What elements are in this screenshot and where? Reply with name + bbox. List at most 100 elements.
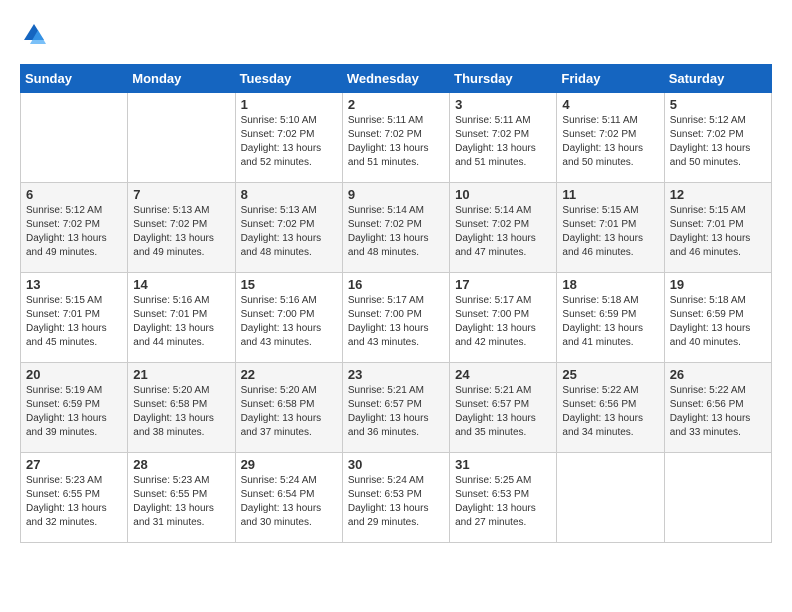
day-cell: 1 Sunrise: 5:10 AM Sunset: 7:02 PM Daylig… xyxy=(235,93,342,183)
day-info: Sunrise: 5:24 AM Sunset: 6:53 PM Dayligh… xyxy=(348,474,444,530)
day-cell: 19 Sunrise: 5:18 AM Sunset: 6:59 PM Dayli… xyxy=(664,273,771,363)
day-cell: 16 Sunrise: 5:17 AM Sunset: 7:00 PM Dayli… xyxy=(342,273,449,363)
day-info: Sunrise: 5:16 AM Sunset: 7:01 PM Dayligh… xyxy=(133,294,229,350)
day-number: 26 xyxy=(670,367,766,382)
day-number: 31 xyxy=(455,457,551,472)
week-row-5: 27 Sunrise: 5:23 AM Sunset: 6:55 PM Dayli… xyxy=(21,453,772,543)
day-cell: 9Sunrise: 5:14 AM Sunset: 7:02 PM Daylig… xyxy=(342,183,449,273)
week-row-3: 13Sunrise: 5:15 AM Sunset: 7:01 PM Dayli… xyxy=(21,273,772,363)
day-info: Sunrise: 5:14 AM Sunset: 7:02 PM Dayligh… xyxy=(455,204,551,260)
col-header-saturday: Saturday xyxy=(664,65,771,93)
day-cell: 27 Sunrise: 5:23 AM Sunset: 6:55 PM Dayli… xyxy=(21,453,128,543)
day-number: 29 xyxy=(241,457,337,472)
day-cell: 30 Sunrise: 5:24 AM Sunset: 6:53 PM Dayli… xyxy=(342,453,449,543)
day-info: Sunrise: 5:10 AM Sunset: 7:02 PM Dayligh… xyxy=(241,114,337,170)
day-cell: 29 Sunrise: 5:24 AM Sunset: 6:54 PM Dayli… xyxy=(235,453,342,543)
day-number: 20 xyxy=(26,367,122,382)
day-cell: 13Sunrise: 5:15 AM Sunset: 7:01 PM Dayli… xyxy=(21,273,128,363)
day-cell: 10 Sunrise: 5:14 AM Sunset: 7:02 PM Dayli… xyxy=(450,183,557,273)
day-info: Sunrise: 5:19 AM Sunset: 6:59 PM Dayligh… xyxy=(26,384,122,440)
col-header-monday: Monday xyxy=(128,65,235,93)
day-number: 27 xyxy=(26,457,122,472)
col-header-sunday: Sunday xyxy=(21,65,128,93)
day-cell: 11Sunrise: 5:15 AM Sunset: 7:01 PM Dayli… xyxy=(557,183,664,273)
day-info: Sunrise: 5:21 AM Sunset: 6:57 PM Dayligh… xyxy=(455,384,551,440)
day-number: 16 xyxy=(348,277,444,292)
day-info: Sunrise: 5:18 AM Sunset: 6:59 PM Dayligh… xyxy=(670,294,766,350)
day-info: Sunrise: 5:25 AM Sunset: 6:53 PM Dayligh… xyxy=(455,474,551,530)
day-cell: 6Sunrise: 5:12 AM Sunset: 7:02 PM Daylig… xyxy=(21,183,128,273)
col-header-friday: Friday xyxy=(557,65,664,93)
day-number: 15 xyxy=(241,277,337,292)
day-cell: 5 Sunrise: 5:12 AM Sunset: 7:02 PM Daylig… xyxy=(664,93,771,183)
week-row-1: 1 Sunrise: 5:10 AM Sunset: 7:02 PM Daylig… xyxy=(21,93,772,183)
day-cell: 18Sunrise: 5:18 AM Sunset: 6:59 PM Dayli… xyxy=(557,273,664,363)
week-row-2: 6Sunrise: 5:12 AM Sunset: 7:02 PM Daylig… xyxy=(21,183,772,273)
day-info: Sunrise: 5:15 AM Sunset: 7:01 PM Dayligh… xyxy=(26,294,122,350)
day-number: 28 xyxy=(133,457,229,472)
day-info: Sunrise: 5:13 AM Sunset: 7:02 PM Dayligh… xyxy=(241,204,337,260)
day-cell xyxy=(664,453,771,543)
day-cell: 12Sunrise: 5:15 AM Sunset: 7:01 PM Dayli… xyxy=(664,183,771,273)
day-info: Sunrise: 5:20 AM Sunset: 6:58 PM Dayligh… xyxy=(241,384,337,440)
day-number: 3 xyxy=(455,97,551,112)
day-info: Sunrise: 5:23 AM Sunset: 6:55 PM Dayligh… xyxy=(26,474,122,530)
logo-icon xyxy=(20,20,48,48)
week-row-4: 20 Sunrise: 5:19 AM Sunset: 6:59 PM Dayli… xyxy=(21,363,772,453)
day-cell xyxy=(21,93,128,183)
day-info: Sunrise: 5:17 AM Sunset: 7:00 PM Dayligh… xyxy=(348,294,444,350)
day-cell: 24Sunrise: 5:21 AM Sunset: 6:57 PM Dayli… xyxy=(450,363,557,453)
page-header xyxy=(20,20,772,48)
day-cell: 7Sunrise: 5:13 AM Sunset: 7:02 PM Daylig… xyxy=(128,183,235,273)
day-info: Sunrise: 5:11 AM Sunset: 7:02 PM Dayligh… xyxy=(348,114,444,170)
day-info: Sunrise: 5:16 AM Sunset: 7:00 PM Dayligh… xyxy=(241,294,337,350)
col-header-thursday: Thursday xyxy=(450,65,557,93)
day-info: Sunrise: 5:20 AM Sunset: 6:58 PM Dayligh… xyxy=(133,384,229,440)
day-number: 23 xyxy=(348,367,444,382)
day-cell: 25 Sunrise: 5:22 AM Sunset: 6:56 PM Dayli… xyxy=(557,363,664,453)
day-number: 9 xyxy=(348,187,444,202)
day-cell: 15 Sunrise: 5:16 AM Sunset: 7:00 PM Dayli… xyxy=(235,273,342,363)
day-number: 30 xyxy=(348,457,444,472)
day-info: Sunrise: 5:17 AM Sunset: 7:00 PM Dayligh… xyxy=(455,294,551,350)
day-info: Sunrise: 5:23 AM Sunset: 6:55 PM Dayligh… xyxy=(133,474,229,530)
day-number: 12 xyxy=(670,187,766,202)
day-info: Sunrise: 5:24 AM Sunset: 6:54 PM Dayligh… xyxy=(241,474,337,530)
day-cell: 2 Sunrise: 5:11 AM Sunset: 7:02 PM Daylig… xyxy=(342,93,449,183)
calendar-table: SundayMondayTuesdayWednesdayThursdayFrid… xyxy=(20,64,772,543)
day-cell: 22Sunrise: 5:20 AM Sunset: 6:58 PM Dayli… xyxy=(235,363,342,453)
day-info: Sunrise: 5:12 AM Sunset: 7:02 PM Dayligh… xyxy=(26,204,122,260)
day-cell: 8 Sunrise: 5:13 AM Sunset: 7:02 PM Daylig… xyxy=(235,183,342,273)
day-cell: 31 Sunrise: 5:25 AM Sunset: 6:53 PM Dayli… xyxy=(450,453,557,543)
day-number: 4 xyxy=(562,97,658,112)
day-cell: 23 Sunrise: 5:21 AM Sunset: 6:57 PM Dayli… xyxy=(342,363,449,453)
day-cell: 17 Sunrise: 5:17 AM Sunset: 7:00 PM Dayli… xyxy=(450,273,557,363)
day-info: Sunrise: 5:11 AM Sunset: 7:02 PM Dayligh… xyxy=(455,114,551,170)
day-number: 19 xyxy=(670,277,766,292)
col-header-wednesday: Wednesday xyxy=(342,65,449,93)
day-number: 17 xyxy=(455,277,551,292)
day-cell: 14 Sunrise: 5:16 AM Sunset: 7:01 PM Dayli… xyxy=(128,273,235,363)
day-cell: 20 Sunrise: 5:19 AM Sunset: 6:59 PM Dayli… xyxy=(21,363,128,453)
day-info: Sunrise: 5:12 AM Sunset: 7:02 PM Dayligh… xyxy=(670,114,766,170)
day-number: 11 xyxy=(562,187,658,202)
day-cell: 3 Sunrise: 5:11 AM Sunset: 7:02 PM Daylig… xyxy=(450,93,557,183)
day-cell: 4Sunrise: 5:11 AM Sunset: 7:02 PM Daylig… xyxy=(557,93,664,183)
day-cell: 26 Sunrise: 5:22 AM Sunset: 6:56 PM Dayli… xyxy=(664,363,771,453)
day-info: Sunrise: 5:18 AM Sunset: 6:59 PM Dayligh… xyxy=(562,294,658,350)
day-number: 14 xyxy=(133,277,229,292)
day-number: 5 xyxy=(670,97,766,112)
day-info: Sunrise: 5:22 AM Sunset: 6:56 PM Dayligh… xyxy=(670,384,766,440)
day-number: 21 xyxy=(133,367,229,382)
day-cell xyxy=(557,453,664,543)
day-number: 1 xyxy=(241,97,337,112)
col-header-tuesday: Tuesday xyxy=(235,65,342,93)
day-number: 25 xyxy=(562,367,658,382)
day-number: 8 xyxy=(241,187,337,202)
day-info: Sunrise: 5:22 AM Sunset: 6:56 PM Dayligh… xyxy=(562,384,658,440)
day-number: 2 xyxy=(348,97,444,112)
day-info: Sunrise: 5:21 AM Sunset: 6:57 PM Dayligh… xyxy=(348,384,444,440)
day-number: 10 xyxy=(455,187,551,202)
day-number: 7 xyxy=(133,187,229,202)
day-cell: 21 Sunrise: 5:20 AM Sunset: 6:58 PM Dayli… xyxy=(128,363,235,453)
